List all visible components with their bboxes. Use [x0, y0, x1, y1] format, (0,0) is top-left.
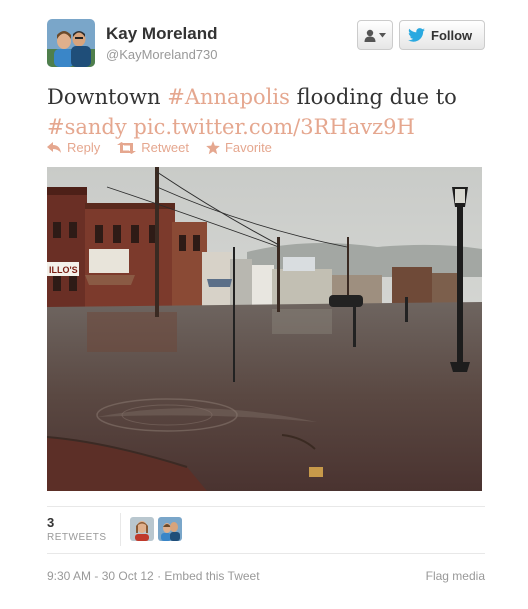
reply-label: Reply — [67, 140, 101, 155]
tweet-text-prefix: Downtown — [47, 85, 168, 109]
tweet-actions: Reply Retweet Favorite — [47, 140, 289, 155]
favorite-button[interactable]: Favorite — [206, 140, 272, 155]
tweet-text-middle: flooding due to — [289, 85, 457, 109]
timestamp[interactable]: 9:30 AM - 30 Oct 12 — [47, 569, 154, 583]
display-name[interactable]: Kay Moreland — [106, 24, 217, 44]
retweeter-avatar[interactable] — [130, 517, 154, 541]
retweet-button[interactable]: Retweet — [117, 140, 189, 155]
divider-top — [47, 506, 485, 507]
caret-down-icon — [379, 32, 386, 37]
embed-tweet-link[interactable]: Embed this Tweet — [164, 569, 259, 583]
shop-sign: ILLO'S — [49, 265, 78, 275]
tweet-text: Downtown #Annapolis flooding due to #san… — [47, 82, 487, 142]
star-icon — [206, 140, 220, 154]
stats-separator — [120, 513, 121, 546]
retweet-count[interactable]: 3 — [47, 515, 54, 530]
tweet-footer-meta: 9:30 AM - 30 Oct 12 · Embed this Tweet — [47, 569, 260, 583]
hashtag-sandy[interactable]: #sandy — [47, 115, 127, 139]
retweet-count-label[interactable]: RETWEETS — [47, 532, 107, 543]
user-actions-dropdown-button[interactable] — [357, 20, 393, 50]
reply-button[interactable]: Reply — [47, 140, 100, 155]
hashtag-annapolis[interactable]: #Annapolis — [167, 85, 290, 109]
reply-arrow-icon — [47, 142, 61, 153]
person-icon — [364, 29, 376, 42]
screen-name[interactable]: @KayMoreland730 — [106, 47, 217, 62]
photo-link[interactable]: pic.twitter.com/3RHavz9H — [133, 115, 414, 139]
twitter-bird-icon — [408, 28, 425, 42]
retweet-label: Retweet — [141, 140, 189, 155]
retweet-icon — [117, 141, 137, 154]
follow-button[interactable]: Follow — [399, 20, 485, 50]
follow-label: Follow — [431, 27, 473, 43]
tweet-photo[interactable]: ILLO'S — [47, 167, 482, 491]
retweeter-avatar[interactable] — [158, 517, 182, 541]
avatar[interactable] — [47, 19, 95, 67]
flag-media-link[interactable]: Flag media — [426, 569, 485, 583]
favorite-label: Favorite — [224, 140, 272, 155]
footer-separator: · — [153, 569, 165, 583]
divider-bottom — [47, 553, 485, 554]
